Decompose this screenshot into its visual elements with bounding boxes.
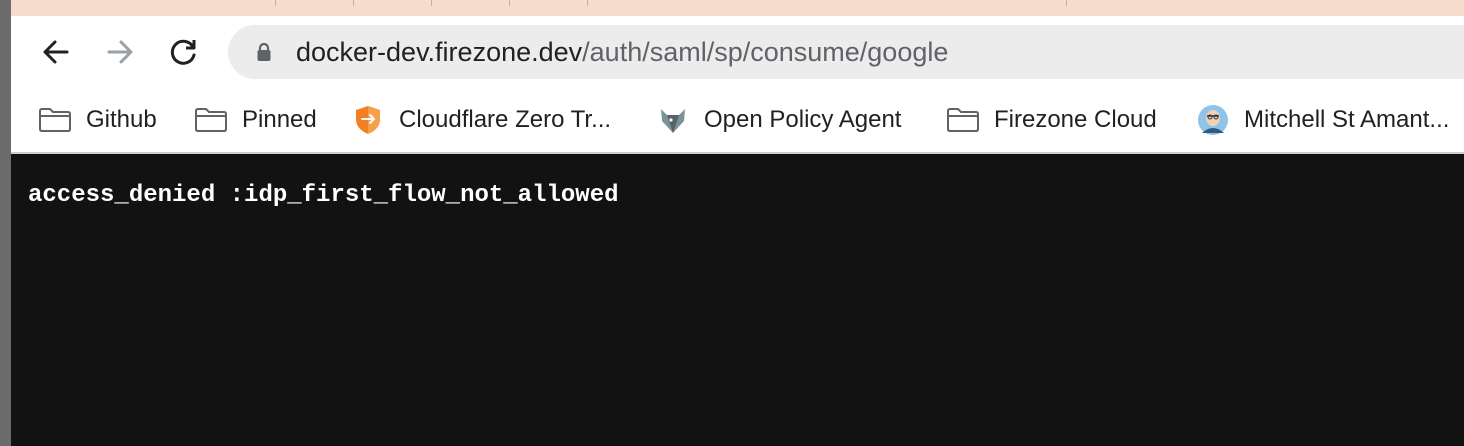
- address-bar[interactable]: docker-dev.firezone.dev/auth/saml/sp/con…: [228, 25, 1464, 79]
- opa-icon: [656, 105, 690, 135]
- bookmark-pinned[interactable]: Pinned: [194, 100, 317, 140]
- avatar-icon: [1196, 105, 1230, 135]
- forward-button[interactable]: [100, 32, 140, 72]
- reload-icon: [170, 39, 196, 65]
- browser-toolbar: docker-dev.firezone.dev/auth/saml/sp/con…: [11, 16, 1464, 88]
- bookmark-firezone-cloud[interactable]: Firezone Cloud: [946, 100, 1157, 140]
- tab-separator: [509, 0, 510, 6]
- reload-button[interactable]: [164, 32, 204, 72]
- bookmark-label: Open Policy Agent: [704, 106, 902, 133]
- bookmark-open-policy-agent[interactable]: Open Policy Agent: [656, 100, 901, 140]
- tab-separator: [431, 0, 432, 6]
- tab-separator: [587, 0, 588, 6]
- bookmark-label: Cloudflare Zero Tr...: [399, 106, 612, 133]
- window-edge: [0, 0, 11, 446]
- url-text[interactable]: docker-dev.firezone.dev/auth/saml/sp/con…: [296, 25, 948, 79]
- tab-separator: [353, 0, 354, 6]
- tab-separator: [1066, 0, 1067, 6]
- folder-icon: [946, 105, 980, 135]
- page-content: access_denied :idp_first_flow_not_allowe…: [11, 154, 1464, 446]
- folder-icon: [194, 105, 228, 135]
- bookmark-label: Mitchell St Amant...: [1244, 106, 1450, 133]
- bookmark-label: Pinned: [242, 106, 317, 133]
- tab-separator: [275, 0, 276, 6]
- bookmark-label: Github: [86, 106, 157, 133]
- url-host: docker-dev.firezone.dev: [296, 37, 583, 67]
- error-message: access_denied :idp_first_flow_not_allowe…: [28, 182, 619, 209]
- cloudflare-shield-icon: [351, 105, 385, 135]
- tab-strip: [11, 0, 1464, 16]
- url-path: /auth/saml/sp/consume/google: [582, 37, 949, 67]
- bookmarks-bar: Github Pinned Cloudflare Zero Tr... Open…: [11, 88, 1464, 152]
- browser-window: docker-dev.firezone.dev/auth/saml/sp/con…: [11, 0, 1464, 446]
- bookmark-mitchell-st-amant[interactable]: Mitchell St Amant...: [1196, 100, 1449, 140]
- arrow-left-icon: [43, 40, 69, 64]
- arrow-right-icon: [107, 40, 133, 64]
- bookmark-cloudflare-zero-trust[interactable]: Cloudflare Zero Tr...: [351, 100, 611, 140]
- bookmark-label: Firezone Cloud: [994, 106, 1157, 133]
- back-button[interactable]: [36, 32, 76, 72]
- lock-icon[interactable]: [254, 42, 274, 62]
- bookmark-github[interactable]: Github: [38, 100, 157, 140]
- folder-icon: [38, 105, 72, 135]
